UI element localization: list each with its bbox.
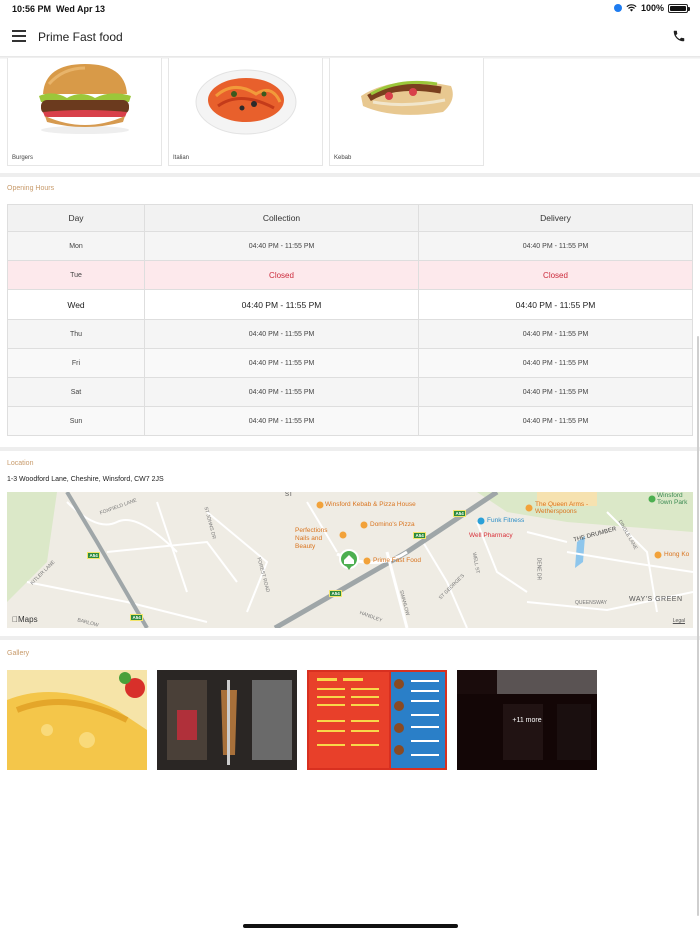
battery-percent: 100% [640, 3, 664, 13]
collection-cell: 04:40 PM - 11:55 PM [144, 319, 419, 349]
wifi-icon [626, 4, 637, 12]
home-indicator[interactable] [243, 924, 458, 928]
status-date: Wed Apr 13 [56, 4, 106, 14]
app-header: Prime Fast food [0, 18, 700, 56]
table-row: Tue Closed Closed [7, 260, 693, 290]
map-poi-label: Winsford Kebab & Pizza House [325, 501, 416, 508]
status-time: 10:56 PM [12, 4, 52, 14]
status-indicators: 100% [613, 3, 690, 13]
page-title: Prime Fast food [38, 30, 123, 44]
category-label: Italian [173, 155, 190, 161]
phone-icon[interactable] [672, 29, 686, 43]
status-bar: 10:56 PM Wed Apr 13 100% [0, 0, 700, 18]
gallery-photo-kebab-grill[interactable] [157, 670, 297, 770]
map-poi-label-selected: Prime Fast Food [373, 557, 422, 564]
scrollbar[interactable] [697, 336, 699, 916]
table-row: Fri 04:40 PM - 11:55 PM 04:40 PM - 11:55… [7, 348, 693, 378]
collection-cell: 04:40 PM - 11:55 PM [144, 348, 419, 378]
table-row: Thu 04:40 PM - 11:55 PM 04:40 PM - 11:55… [7, 319, 693, 349]
delivery-cell: 04:40 PM - 11:55 PM [418, 377, 693, 407]
map-poi-label: Well Pharmacy [469, 532, 513, 539]
map-road-label: ST [285, 492, 293, 498]
pizza-photo [7, 670, 147, 770]
gallery-photo-more[interactable]: +11 more [457, 670, 597, 770]
column-header-delivery: Delivery [418, 204, 693, 232]
map-poi-label: Domino's Pizza [370, 521, 415, 528]
opening-hours-table: Day Collection Delivery Mon 04:40 PM - 1… [7, 204, 693, 436]
a54-road-shield: A54 [453, 510, 467, 517]
category-label: Burgers [12, 155, 34, 161]
map-poi-label: Winsford Town Park [657, 492, 688, 506]
map-poi-label: Perfections Nails and Beauty [295, 527, 328, 550]
collection-cell: 04:40 PM - 11:55 PM [144, 231, 419, 261]
map-area-label: WAY'S GREEN [629, 596, 683, 603]
section-divider [0, 447, 700, 451]
a54-road-shield: A54 [413, 532, 427, 539]
gallery-more-overlay: +11 more [457, 670, 597, 770]
maps-logo-text: Maps [12, 615, 38, 624]
a54-road-shield: A54 [130, 614, 144, 621]
gallery-photo-menu[interactable] [307, 670, 447, 770]
battery-icon [668, 3, 690, 13]
gallery-photo-pizza[interactable] [7, 670, 147, 770]
apple-maps-logo: Maps [12, 615, 38, 624]
section-divider [0, 636, 700, 640]
collection-cell: 04:40 PM - 11:55 PM [144, 289, 419, 320]
table-row: Sat 04:40 PM - 11:55 PM 04:40 PM - 11:55… [7, 377, 693, 407]
kebab-image [361, 80, 453, 115]
category-label: Kebab [334, 155, 352, 161]
delivery-cell: 04:40 PM - 11:55 PM [418, 231, 693, 261]
map-poi-label: The Queen Arms - Wetherspoons [535, 501, 589, 515]
day-cell: Tue [7, 260, 145, 290]
burger-image [39, 64, 131, 134]
opening-hours-heading: Opening Hours [7, 185, 55, 192]
gallery-grid: +11 more [7, 670, 597, 770]
map-road-label: DENE DR [535, 557, 542, 581]
a54-road-shield: A54 [329, 590, 343, 597]
address-text: 1-3 Woodford Lane, Cheshire, Winsford, C… [7, 476, 164, 483]
map-poi-label: Funk Fitness [487, 517, 525, 524]
hamburger-menu-icon[interactable] [12, 30, 26, 42]
category-card-burgers[interactable]: Burgers [7, 58, 162, 166]
map-poi-label: Hong Ko [664, 551, 690, 558]
day-cell: Fri [7, 348, 145, 378]
category-list: Burgers Italian Kebab [7, 58, 484, 166]
delivery-cell: 04:40 PM - 11:55 PM [418, 289, 693, 320]
delivery-cell: 04:40 PM - 11:55 PM [418, 319, 693, 349]
table-row: Sun 04:40 PM - 11:55 PM 04:40 PM - 11:55… [7, 406, 693, 436]
column-header-day: Day [7, 204, 145, 232]
category-card-kebab[interactable]: Kebab [329, 58, 484, 166]
table-row-today: Wed 04:40 PM - 11:55 PM 04:40 PM - 11:55… [7, 289, 693, 320]
kebab-grill-photo [157, 670, 297, 770]
category-card-italian[interactable]: Italian [168, 58, 323, 166]
column-header-collection: Collection [144, 204, 419, 232]
day-cell: Mon [7, 231, 145, 261]
pasta-image [195, 69, 297, 135]
day-cell: Sat [7, 377, 145, 407]
delivery-cell: Closed [418, 260, 693, 290]
delivery-cell: 04:40 PM - 11:55 PM [418, 406, 693, 436]
day-cell: Wed [7, 289, 145, 320]
delivery-cell: 04:40 PM - 11:55 PM [418, 348, 693, 378]
collection-cell: 04:40 PM - 11:55 PM [144, 406, 419, 436]
collection-cell: Closed [144, 260, 419, 290]
location-services-icon [613, 4, 622, 12]
collection-cell: 04:40 PM - 11:55 PM [144, 377, 419, 407]
table-row: Mon 04:40 PM - 11:55 PM 04:40 PM - 11:55… [7, 231, 693, 261]
gallery-heading: Gallery [7, 650, 30, 657]
location-heading: Location [7, 460, 34, 467]
a54-road-shield: A54 [87, 552, 101, 559]
section-divider [0, 173, 700, 177]
day-cell: Sun [7, 406, 145, 436]
map-legal-link[interactable]: Legal [673, 618, 685, 624]
day-cell: Thu [7, 319, 145, 349]
menu-board-photo [307, 670, 447, 770]
table-header-row: Day Collection Delivery [7, 204, 693, 232]
location-map[interactable]: Winsford Kebab & Pizza House Domino's Pi… [7, 492, 693, 628]
map-road-label: QUEENSWAY [575, 600, 607, 606]
